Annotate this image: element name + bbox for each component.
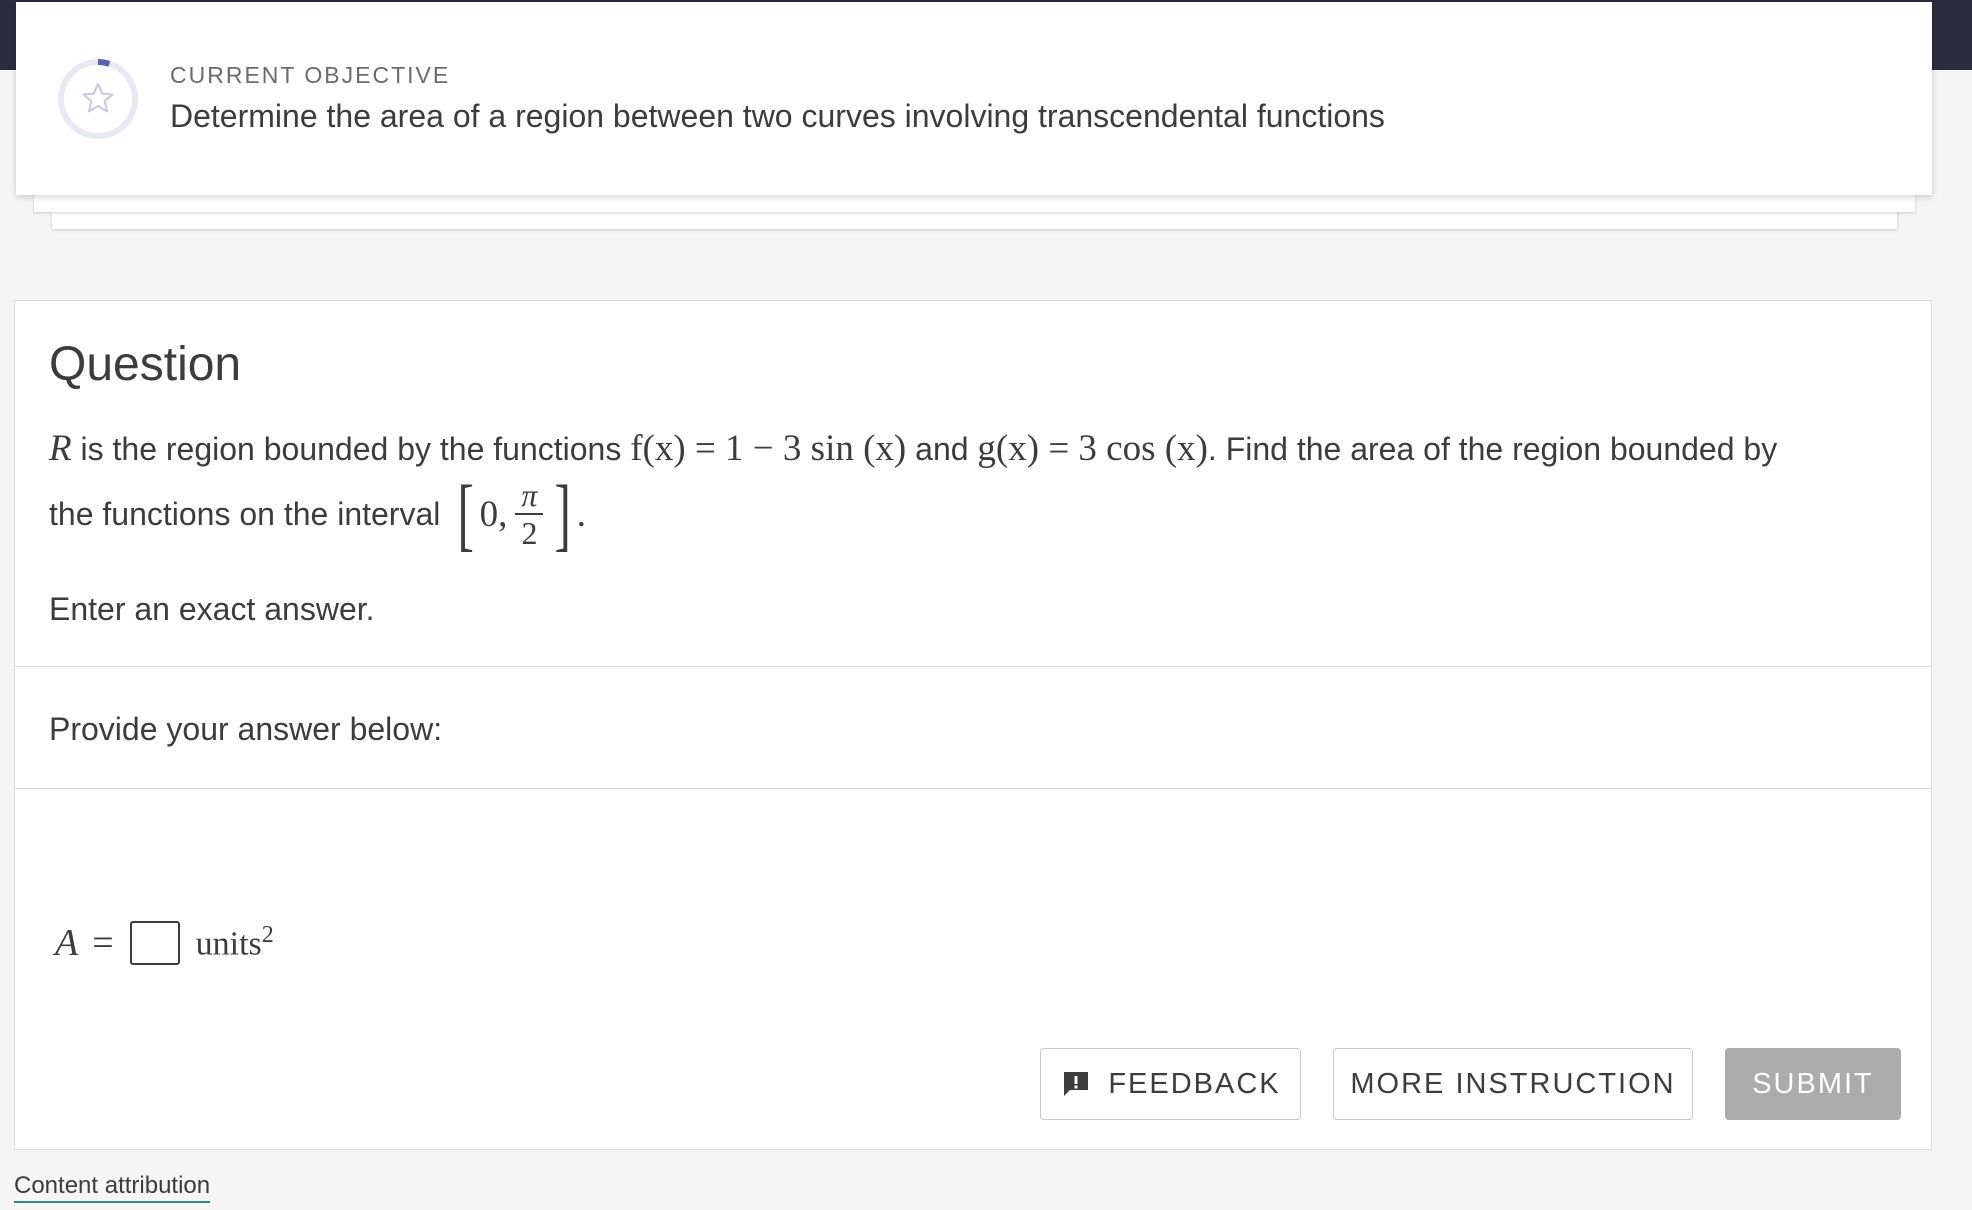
interval-start: 0, (479, 493, 508, 535)
answer-variable: A (55, 922, 79, 964)
question-prompt-line: the functions on the interval [ 0, π 2 ]… (49, 468, 587, 559)
feedback-icon (1064, 1072, 1089, 1096)
prompt-text: . Find the area of the region bounded by (1207, 431, 1778, 467)
question-instruction: Enter an exact answer. (49, 591, 375, 627)
function-f: f(x) = 1 − 3 sin (x) (630, 428, 907, 469)
objective-label: CURRENT OBJECTIVE (170, 62, 451, 88)
objective-progress-ring (58, 59, 138, 139)
more-instruction-button[interactable]: MORE INSTRUCTION (1333, 1048, 1693, 1120)
interval-close-bracket: ] (554, 468, 572, 559)
interval-open-bracket: [ (457, 468, 475, 559)
section-divider (15, 666, 1931, 667)
interval-period: . (576, 493, 587, 535)
current-objective-card: CURRENT OBJECTIVE Determine the area of … (16, 2, 1932, 195)
fraction-denominator: 2 (521, 515, 538, 551)
units-exponent: 2 (261, 922, 274, 949)
section-divider (15, 788, 1931, 789)
function-g: g(x) = 3 cos (x) (977, 428, 1208, 469)
question-title: Question (49, 338, 242, 391)
answer-units: units2 (195, 922, 274, 963)
interval-expression: [ 0, π 2 ] . (452, 468, 587, 559)
star-icon (82, 83, 114, 113)
answer-section-label: Provide your answer below: (49, 711, 443, 747)
feedback-button[interactable]: FEEDBACK (1040, 1048, 1301, 1120)
answer-input[interactable] (129, 921, 180, 965)
answer-equals: = (92, 922, 114, 964)
prompt-text: the functions on the interval (49, 495, 441, 532)
interval-end-fraction: π 2 (515, 477, 544, 551)
question-card: Question R is the region bounded by the … (14, 300, 1932, 1150)
answer-row: A = units2 (55, 921, 274, 965)
region-variable: R (49, 428, 72, 469)
submit-button[interactable]: SUBMIT (1725, 1048, 1901, 1120)
content-attribution-link[interactable]: Content attribution (14, 1172, 211, 1203)
objective-text: Determine the area of a region between t… (170, 98, 1385, 134)
prompt-text: is the region bounded by the functions (71, 431, 631, 467)
prompt-text: and (906, 431, 978, 467)
feedback-button-label: FEEDBACK (1108, 1067, 1281, 1100)
fraction-numerator: π (515, 477, 544, 515)
question-prompt-line: R is the region bounded by the functions… (49, 427, 1777, 470)
